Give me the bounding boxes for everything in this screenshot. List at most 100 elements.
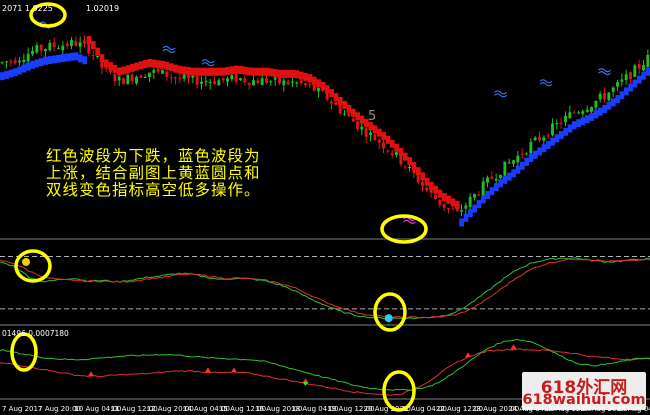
wave-band-segment [507,172,512,181]
candle-body [451,208,455,210]
candle-body [425,187,429,191]
candle-body [44,49,47,52]
wave-band-segment [398,148,404,157]
candle-body [200,81,203,85]
wave-band-segment [173,64,178,73]
candle-body [269,81,273,83]
candle-body [304,83,307,86]
candle-body [74,41,78,46]
chart-canvas: 7 Aug 20177 Aug 20:0010 Aug 04:0011 Aug … [0,2,650,413]
candle-body [61,45,65,51]
candle-body [139,75,143,78]
wave-band-segment [602,104,607,113]
highlight-circle [380,214,428,244]
candle-body [204,81,208,83]
candle-body [598,93,602,100]
main-price-panel [0,21,650,400]
wave-band-segment [47,56,53,65]
main-price-readout: 2071 1.0225 [2,4,53,13]
wave-band-segment [442,193,447,202]
candle-body [156,69,160,72]
wave-band-segment [264,67,269,76]
wave-band-segment [281,69,287,78]
wave-band-segment [576,119,581,128]
candle-body [148,72,151,78]
wave-band-segment [385,135,391,144]
wave-band-segment [390,139,395,148]
candle-body [590,106,593,112]
wave-band-segment [138,61,144,70]
wave-band-segment [177,65,183,74]
candle-body [386,150,390,152]
candle-body [585,109,589,112]
candle-body [48,42,52,51]
highlight-circles [10,2,428,412]
candle-body [152,70,156,73]
wave-band-segment [307,74,313,83]
wave-band-segment [247,67,252,76]
candle-body [434,194,437,200]
candle-body [122,78,125,85]
sell-arrow-marker [205,367,211,373]
wave-band-segment [26,62,31,71]
wave-band-segment [290,69,295,78]
candle-body [52,42,56,48]
wave-band-segment [134,62,139,71]
candle-body [39,45,43,51]
oscillator-1-panel [0,256,650,323]
candle-body [503,161,507,176]
wave-band-segment [95,47,100,56]
candle-body [529,142,533,154]
wave-band-segment [225,66,230,75]
wave-band-segment [338,97,343,106]
candle-body [317,87,320,92]
candle-body [551,123,554,136]
candle-body [507,162,511,164]
wave-band-segment [329,89,334,98]
x-tick-label: 7 Aug 2017 [2,405,42,413]
wave-band-segment [91,41,96,50]
candle-body [516,155,520,163]
wave-band-segment [502,175,508,184]
wave-band-segment [299,71,304,80]
wave-band-segment [559,131,564,140]
candle-body [291,81,294,83]
wave-band-segment [320,81,326,90]
wave-band-segment [65,53,70,62]
candle-body [273,77,277,80]
candle-body [343,113,346,115]
candle-body [460,210,463,212]
wave-band-segment [377,128,382,137]
wave-band-segment [498,179,503,188]
wave-band-segment [86,36,92,45]
wave-band-segment [463,213,469,222]
wave-band-segment [489,187,495,196]
candle-body [464,205,468,209]
candle-body [499,174,502,179]
wave-band-segment [13,68,18,77]
candle-body [395,152,398,155]
candle-body [9,61,13,63]
highlight-circle [14,249,52,283]
candle-body [83,40,86,44]
candle-body [533,137,537,141]
wave-band-segment [212,67,217,76]
candle-body [520,153,524,155]
wave-band-segment [446,195,451,204]
wave-band-segment [255,67,261,76]
candle-body [117,76,121,81]
wave-band-segment [0,72,5,81]
wave-band-segment [104,59,109,68]
wave-band-segment [273,69,278,78]
candle-body [22,59,26,63]
wave-band-segment [268,68,274,77]
candle-body [104,67,108,69]
candle-body [213,81,216,85]
candle-body [182,74,186,79]
candle-body [538,136,541,141]
candle-body [169,77,173,79]
cyan-signal-dot [384,314,393,323]
candle-body [559,122,563,124]
wave-band-segment [99,54,105,63]
wave-band-segment [199,67,204,76]
